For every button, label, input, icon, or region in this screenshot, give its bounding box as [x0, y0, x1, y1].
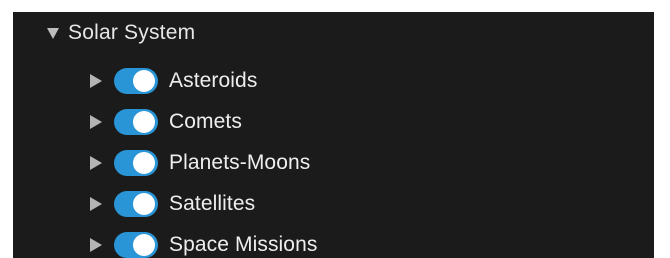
- caret-down-icon[interactable]: [47, 28, 59, 39]
- caret-right-icon[interactable]: [90, 73, 102, 88]
- tree-node-solar-system[interactable]: Solar System: [47, 19, 195, 47]
- tree-node-space-missions[interactable]: Space Missions: [90, 224, 317, 258]
- toggle-knob: [133, 110, 155, 133]
- tree-children: Asteroids Comets Planets-Moons Satellite…: [90, 60, 317, 258]
- tree-node-label: Satellites: [169, 191, 256, 215]
- tree-node-label: Planets-Moons: [169, 150, 311, 174]
- toggle-knob: [133, 69, 155, 92]
- tree-node-label: Space Missions: [169, 232, 318, 256]
- tree-node-satellites[interactable]: Satellites: [90, 183, 317, 224]
- visibility-toggle[interactable]: [114, 108, 158, 135]
- toggle-knob: [133, 151, 155, 174]
- visibility-toggle[interactable]: [114, 67, 158, 94]
- visibility-toggle[interactable]: [114, 149, 158, 176]
- tree-node-label: Asteroids: [169, 68, 258, 92]
- toggle-knob: [133, 192, 155, 215]
- tree-node-label: Comets: [169, 109, 242, 133]
- toggle-knob: [133, 233, 155, 256]
- caret-right-icon[interactable]: [90, 114, 102, 129]
- visibility-toggle[interactable]: [114, 190, 158, 217]
- visibility-toggle[interactable]: [114, 231, 158, 258]
- caret-right-icon[interactable]: [90, 155, 102, 170]
- layer-tree-panel: Solar System Asteroids Comets Planets-Mo…: [13, 12, 654, 258]
- caret-right-icon[interactable]: [90, 196, 102, 211]
- tree-node-label: Solar System: [68, 21, 196, 44]
- tree-node-comets[interactable]: Comets: [90, 101, 317, 142]
- caret-right-icon[interactable]: [90, 237, 102, 252]
- tree-node-planets-moons[interactable]: Planets-Moons: [90, 142, 317, 183]
- tree-node-asteroids[interactable]: Asteroids: [90, 60, 317, 101]
